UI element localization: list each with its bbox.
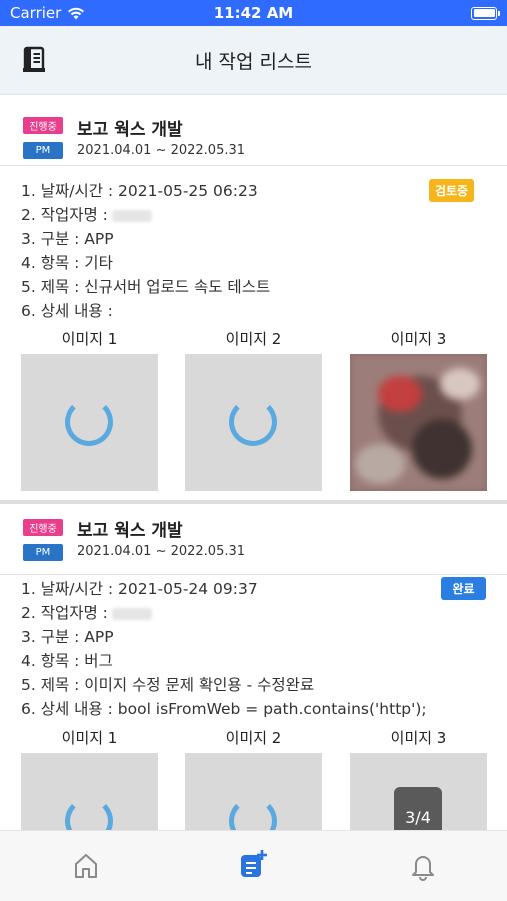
detail-subject: 5. 제목 : 이미지 수정 문제 확인용 - 수정완료 (21, 676, 315, 694)
image-thumbnail[interactable]: 3/4 (350, 753, 487, 830)
detail-datetime: 1. 날짜/시간 : 2021-05-24 09:37 (21, 580, 258, 598)
project-period: 2021.04.01 ~ 2022.05.31 (77, 544, 246, 559)
detail-author: 2. 작업자명 : (21, 206, 108, 224)
task-details: 검토중 1. 날짜/시간 : 2021-05-25 06:23 2. 작업자명 … (0, 166, 507, 513)
image-label: 이미지 1 (61, 330, 118, 348)
project-title: 보고 웍스 개발 (77, 120, 183, 140)
loading-spinner-icon (229, 398, 277, 446)
image-label: 이미지 3 (390, 729, 447, 747)
detail-subject: 5. 제목 : 신규서버 업로드 속도 테스트 (21, 278, 271, 296)
status-bar: Carrier 11:42 AM (0, 0, 507, 26)
detail-author-row: 2. 작업자명 : (21, 601, 152, 623)
status-right (471, 6, 507, 20)
image-thumbnail[interactable] (185, 753, 322, 830)
progress-badge: 진행중 (23, 117, 63, 134)
detail-category: 3. 구분 : APP (21, 230, 114, 248)
detail-category: 3. 구분 : APP (21, 628, 114, 646)
image-label: 이미지 2 (225, 330, 282, 348)
image-thumbnail[interactable] (21, 753, 158, 830)
task-card[interactable]: 진행중 PM 보고 웍스 개발 2021.04.01 ~ 2022.05.31 … (0, 95, 507, 513)
image-label: 이미지 1 (61, 729, 118, 747)
detail-author: 2. 작업자명 : (21, 604, 108, 622)
home-icon[interactable] (71, 851, 101, 881)
detail-author-row: 2. 작업자명 : (21, 203, 152, 225)
detail-description: 6. 상세 내용 : (21, 302, 113, 320)
status-badge: 검토중 (429, 179, 474, 202)
project-title: 보고 웍스 개발 (77, 521, 183, 541)
card-header: 진행중 PM 보고 웍스 개발 2021.04.01 ~ 2022.05.31 (0, 504, 507, 575)
task-details: 완료 1. 날짜/시간 : 2021-05-24 09:37 2. 작업자명 :… (0, 575, 507, 830)
card-header: 진행중 PM 보고 웍스 개발 2021.04.01 ~ 2022.05.31 (0, 95, 507, 166)
image-thumbnail[interactable] (21, 354, 158, 491)
role-badge: PM (23, 142, 63, 159)
loading-spinner-icon (229, 797, 277, 830)
page-title: 내 작업 리스트 (195, 50, 312, 73)
author-redacted (111, 607, 152, 620)
image-label: 이미지 2 (225, 729, 282, 747)
status-badge: 완료 (441, 577, 486, 600)
bell-icon[interactable] (408, 851, 438, 881)
task-card[interactable]: 진행중 PM 보고 웍스 개발 2021.04.01 ~ 2022.05.31 … (0, 504, 507, 830)
image-counter: 3/4 (405, 807, 431, 827)
project-period: 2021.04.01 ~ 2022.05.31 (77, 143, 246, 158)
author-redacted (111, 209, 152, 222)
image-thumbnail[interactable] (350, 354, 487, 491)
progress-badge: 진행중 (23, 519, 63, 536)
loading-spinner-icon (65, 797, 113, 830)
carrier-label: Carrier (10, 4, 62, 22)
detail-item: 4. 항목 : 기타 (21, 254, 113, 272)
image-thumbnail[interactable] (185, 354, 322, 491)
image-counter-overlay: 3/4 (394, 787, 442, 830)
loading-spinner-icon (65, 398, 113, 446)
battery-icon (471, 6, 500, 20)
status-left: Carrier (0, 4, 85, 22)
photo-image (350, 354, 487, 491)
image-label: 이미지 3 (390, 330, 447, 348)
app-header: 내 작업 리스트 (0, 26, 507, 95)
task-list[interactable]: 진행중 PM 보고 웍스 개발 2021.04.01 ~ 2022.05.31 … (0, 95, 507, 830)
detail-description: 6. 상세 내용 : bool isFromWeb = path.contain… (21, 700, 427, 718)
role-badge: PM (23, 544, 63, 561)
document-list-icon[interactable] (22, 46, 48, 74)
detail-datetime: 1. 날짜/시간 : 2021-05-25 06:23 (21, 182, 258, 200)
detail-item: 4. 항목 : 버그 (21, 652, 113, 670)
bottom-nav (0, 830, 507, 901)
task-add-icon[interactable] (238, 849, 268, 879)
wifi-icon (68, 7, 85, 19)
